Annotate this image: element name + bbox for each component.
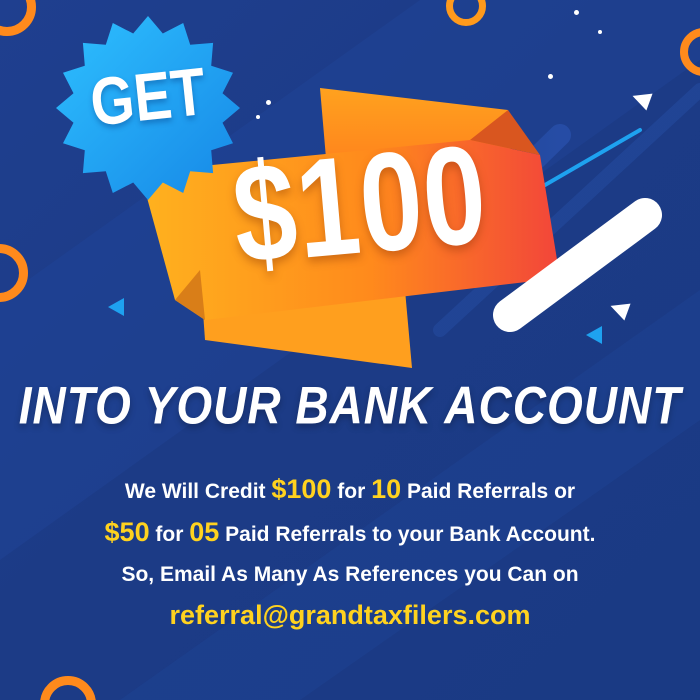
email-address[interactable]: referral@grandtaxfilers.com [0, 600, 700, 631]
body-text: We Will Credit $100 for 10 Paid Referral… [0, 474, 700, 631]
highlight-amount: $100 [271, 474, 332, 504]
body-line-3: So, Email As Many As References you Can … [121, 563, 579, 586]
highlight-count: 05 [189, 517, 220, 547]
headline: INTO YOUR BANK ACCOUNT [18, 375, 682, 435]
promo-canvas: $100 GET INTO YOUR BANK ACCOUNT We Will … [0, 0, 700, 700]
text: for [331, 480, 372, 503]
body-line-2: $50 for 05 Paid Referrals to your Bank A… [0, 517, 700, 550]
text: We Will Credit [124, 480, 272, 503]
text: for [149, 523, 190, 546]
highlight-amount: $50 [104, 517, 150, 547]
body-line-1: We Will Credit $100 for 10 Paid Referral… [0, 474, 700, 507]
highlight-count: 10 [371, 474, 402, 504]
text: Paid Referrals or [401, 480, 576, 503]
text: Paid Referrals to your Bank Account. [219, 523, 596, 546]
get-badge-label: GET [86, 52, 210, 141]
